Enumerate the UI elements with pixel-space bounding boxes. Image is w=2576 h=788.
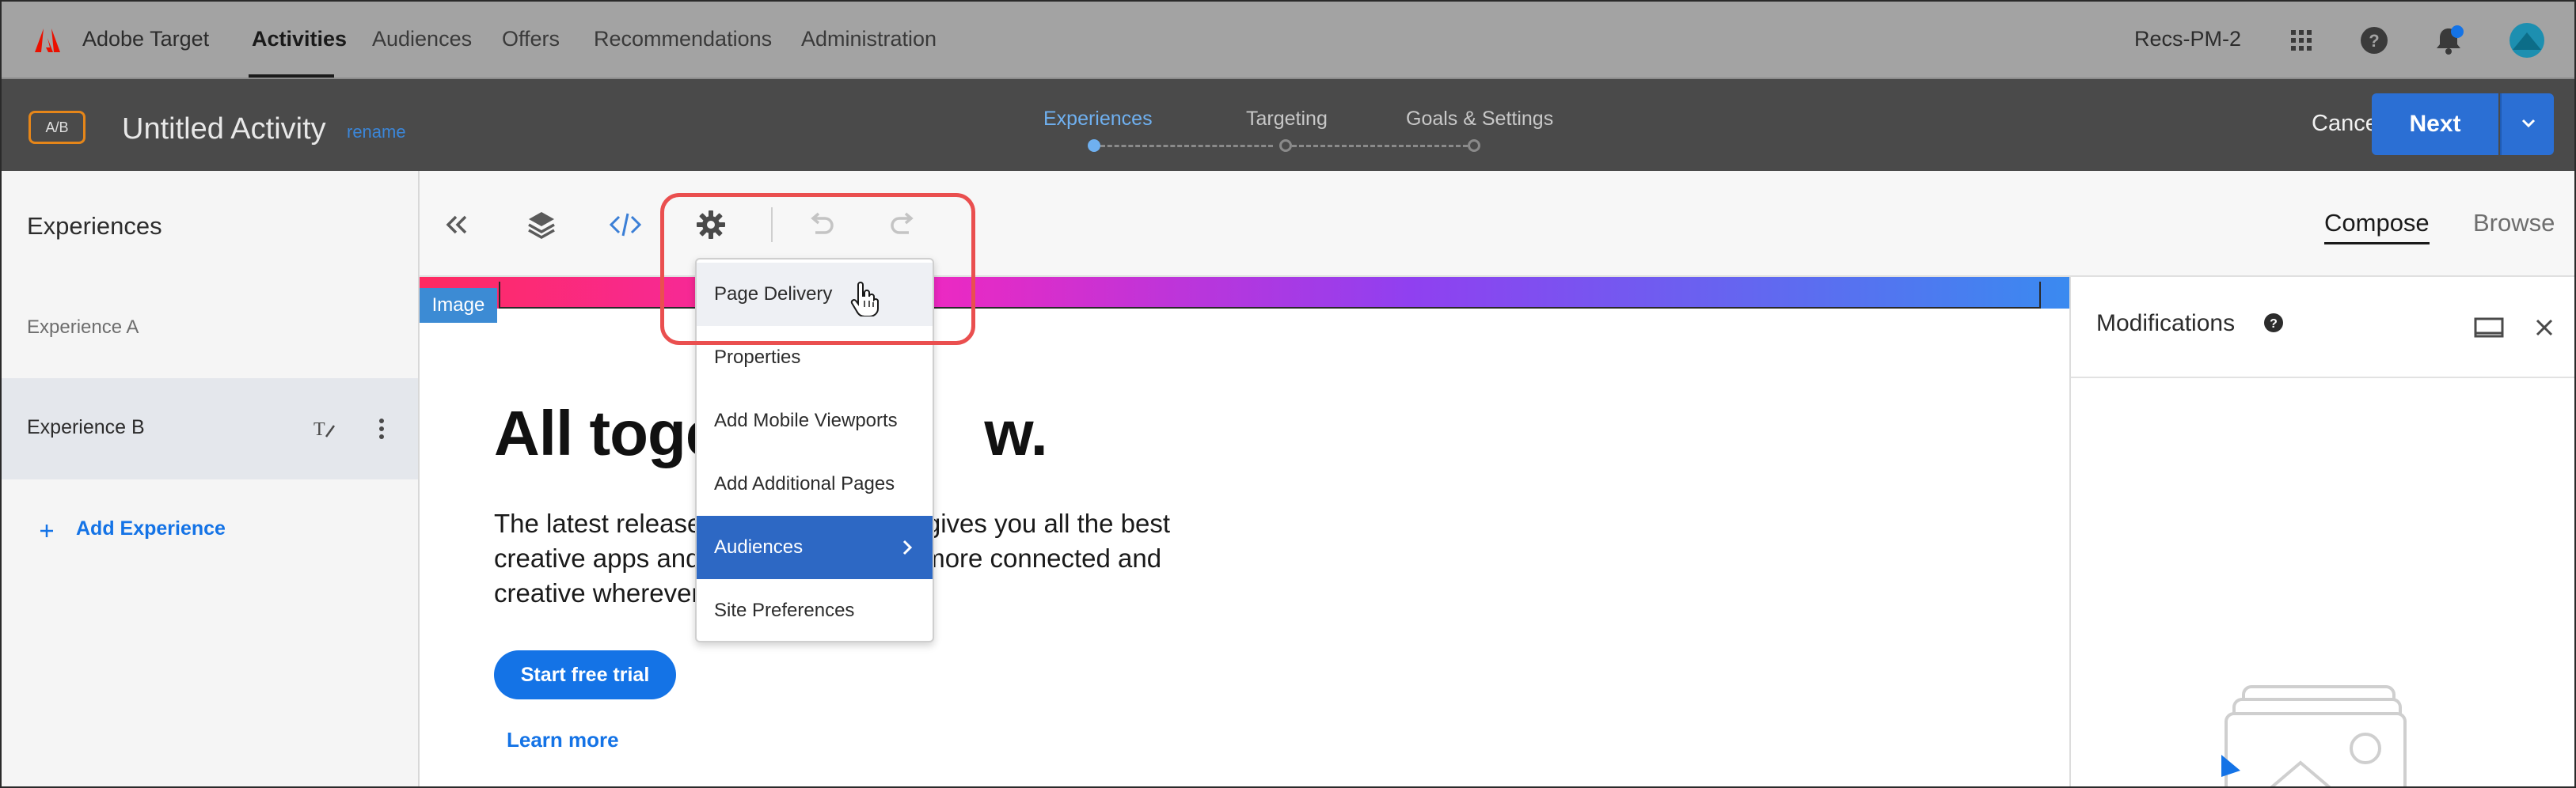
next-dropdown-button[interactable] xyxy=(2500,93,2554,155)
experience-item-selected[interactable]: Experience B T xyxy=(2,378,418,479)
step-connector xyxy=(1100,145,1273,147)
modifications-panel-header: Modifications ? xyxy=(2071,277,2574,378)
experiences-panel: Experiences Experience A Experience B T … xyxy=(2,171,420,786)
svg-text:T: T xyxy=(313,419,325,440)
hand-cursor-icon xyxy=(850,282,879,316)
menu-item-label: Audiences xyxy=(714,536,804,558)
top-navigation-bar: Adobe Target Activities Audiences Offers… xyxy=(2,2,2574,79)
menu-item-site-preferences[interactable]: Site Preferences xyxy=(697,579,933,642)
avatar[interactable] xyxy=(2508,21,2546,59)
start-free-trial-button[interactable]: Start free trial xyxy=(494,650,676,699)
step-experiences[interactable]: Experiences xyxy=(1043,108,1153,131)
headline-end: w. xyxy=(984,398,1047,468)
annotation-highlight-box xyxy=(660,193,975,345)
empty-state-illustration xyxy=(2221,685,2407,786)
svg-text:?: ? xyxy=(2369,31,2379,51)
help-icon[interactable]: ? xyxy=(2358,24,2391,57)
nav-active-indicator xyxy=(249,74,334,78)
activity-header-bar: A/B Untitled Activity rename Experiences… xyxy=(2,79,2574,171)
learn-more-link[interactable]: Learn more xyxy=(507,728,619,752)
collapse-icon[interactable] xyxy=(440,207,475,242)
menu-item-audiences[interactable]: Audiences xyxy=(697,516,933,579)
body-line-start: The latest release xyxy=(494,509,702,538)
chevron-right-icon xyxy=(902,540,913,555)
adobe-target-window: Adobe Target Activities Audiences Offers… xyxy=(0,0,2576,788)
tab-compose[interactable]: Compose xyxy=(2324,209,2430,244)
plus-icon[interactable] xyxy=(38,522,55,540)
adobe-logo-icon[interactable] xyxy=(33,27,62,54)
step-dot-current xyxy=(1088,139,1100,152)
modifications-title: Modifications xyxy=(2096,310,2236,336)
activity-type-badge: A/B xyxy=(28,111,85,144)
org-switcher[interactable]: Recs-PM-2 xyxy=(2134,27,2241,51)
apps-grid-icon[interactable] xyxy=(2285,24,2318,57)
step-dot xyxy=(1468,139,1480,152)
step-goals-settings[interactable]: Goals & Settings xyxy=(1406,108,1553,131)
nav-recommendations[interactable]: Recommendations xyxy=(594,27,772,51)
text-format-icon[interactable]: T xyxy=(312,416,337,441)
experience-item-label: Experience B xyxy=(27,416,145,438)
code-icon[interactable] xyxy=(608,207,643,242)
element-type-label: Image xyxy=(420,288,497,323)
activity-title[interactable]: Untitled Activity xyxy=(122,112,326,146)
body-line-start: creative wherever xyxy=(494,578,701,608)
chevron-down-icon xyxy=(2521,119,2536,128)
step-dot xyxy=(1279,139,1292,152)
body-line-start: creative apps and xyxy=(494,544,701,573)
nav-audiences[interactable]: Audiences xyxy=(372,27,472,51)
menu-item-add-mobile-viewports[interactable]: Add Mobile Viewports xyxy=(697,389,933,453)
menu-item-add-additional-pages[interactable]: Add Additional Pages xyxy=(697,453,933,516)
layers-icon[interactable] xyxy=(524,207,559,242)
headline-start: All toge xyxy=(494,398,720,468)
nav-administration[interactable]: Administration xyxy=(801,27,937,51)
modifications-panel: Modifications ? xyxy=(2069,277,2574,786)
add-experience-button[interactable]: Add Experience xyxy=(76,517,226,540)
experiences-panel-title: Experiences xyxy=(27,212,162,240)
experience-item[interactable]: Experience A xyxy=(27,316,139,339)
nav-offers[interactable]: Offers xyxy=(502,27,560,51)
app-name[interactable]: Adobe Target xyxy=(82,27,209,51)
next-button[interactable]: Next xyxy=(2372,93,2498,155)
device-preview-icon[interactable] xyxy=(2473,316,2505,340)
step-targeting[interactable]: Targeting xyxy=(1246,108,1328,131)
rename-link[interactable]: rename xyxy=(347,122,406,142)
more-options-icon[interactable] xyxy=(375,415,388,443)
close-icon[interactable] xyxy=(2533,316,2555,339)
notifications-bell-icon[interactable] xyxy=(2432,24,2465,57)
tab-browse[interactable]: Browse xyxy=(2473,209,2555,237)
svg-text:?: ? xyxy=(2270,317,2278,331)
step-connector xyxy=(1292,145,1468,147)
page-preview-canvas[interactable]: Image All toge w. The latest release loud … xyxy=(420,277,2069,786)
info-icon[interactable]: ? xyxy=(2263,312,2285,334)
nav-activities[interactable]: Activities xyxy=(252,27,347,51)
